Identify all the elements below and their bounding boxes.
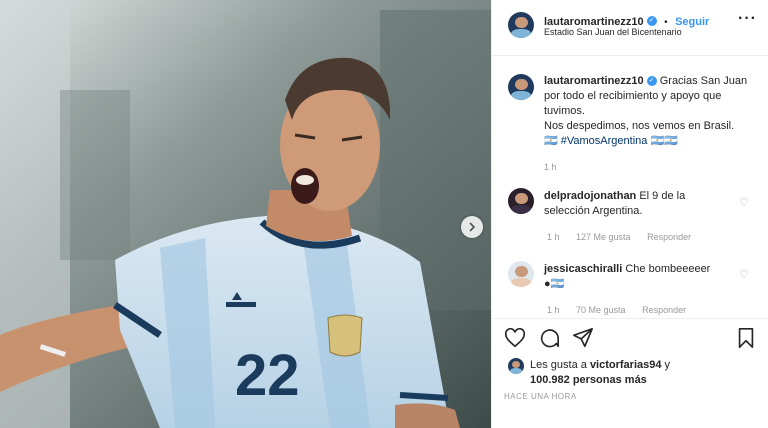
post-location[interactable]: Estadio San Juan del Bicentenario [544, 27, 682, 37]
carousel-next-button[interactable] [461, 216, 483, 238]
caption-avatar[interactable] [508, 74, 534, 100]
player-photo-illustration: 22 [0, 0, 491, 428]
verified-badge-icon: ✓ [646, 76, 657, 87]
comment-meta: 1 h 127 Me gusta Responder [547, 232, 705, 242]
more-options-icon[interactable]: ··· [738, 10, 757, 28]
bookmark-icon[interactable] [735, 327, 757, 349]
comment-likes[interactable]: 127 Me gusta [576, 232, 631, 242]
verified-badge-icon: ✓ [646, 15, 657, 26]
caption-text-2: Nos despedimos, nos vemos en Brasil. [544, 120, 735, 132]
comment-item: delpradojonathan El 9 de la selección Ar… [544, 189, 729, 219]
caption-username[interactable]: lautaromartinezz10 [544, 75, 644, 87]
likes-summary: Les gusta a victorfarias94 y 100.982 per… [530, 358, 670, 388]
likes-conj: y [664, 359, 671, 371]
post-timestamp[interactable]: HACE UNA HORA [504, 392, 577, 401]
likes-count[interactable]: 100.982 personas más [530, 374, 647, 386]
comment-like-icon[interactable]: ♡ [739, 268, 749, 281]
comment-meta: 1 h 70 Me gusta Responder [547, 305, 700, 315]
caption-time: 1 h [544, 162, 557, 172]
liker-avatar[interactable] [508, 358, 524, 374]
comment-username[interactable]: jessicaschiralli [544, 263, 622, 275]
post-photo[interactable]: 22 [0, 0, 491, 428]
comment-likes[interactable]: 70 Me gusta [576, 305, 626, 315]
comment-text: Che bombeeeeer [625, 263, 711, 275]
post-header: lautaromartinezz10 ✓ • Seguir Estadio San… [492, 0, 768, 56]
caption: lautaromartinezz10 ✓ Gracias San Juan por… [544, 74, 754, 149]
comment-time: 1 h [547, 232, 560, 242]
comment-emoji: ●🇦🇷 [544, 278, 565, 290]
post-side-panel: lautaromartinezz10 ✓ • Seguir Estadio San… [491, 0, 768, 428]
caption-flag-prefix: 🇦🇷 [544, 135, 558, 147]
hashtag-link[interactable]: #VamosArgentina [561, 135, 648, 147]
heart-icon[interactable] [504, 327, 526, 349]
post-actions [492, 318, 768, 358]
liker-username[interactable]: victorfarias94 [590, 359, 662, 371]
jersey-number: 22 [235, 343, 300, 408]
chevron-right-icon [469, 222, 476, 232]
comment-item: jessicaschiralli Che bombeeeeer ●🇦🇷 [544, 262, 729, 292]
comment-username[interactable]: delpradojonathan [544, 190, 636, 202]
caption-flag-suffix: 🇦🇷🇦🇷 [650, 135, 678, 147]
comment-avatar[interactable] [508, 188, 534, 214]
share-icon[interactable] [572, 327, 594, 349]
reply-button[interactable]: Responder [647, 232, 691, 242]
comment-avatar[interactable] [508, 261, 534, 287]
comments-list[interactable]: lautaromartinezz10 ✓ Gracias San Juan por… [492, 56, 768, 318]
reply-button[interactable]: Responder [642, 305, 686, 315]
comment-time: 1 h [547, 305, 560, 315]
comment-icon[interactable] [538, 327, 560, 349]
author-avatar[interactable] [508, 12, 534, 38]
caption-meta: 1 h [544, 162, 571, 172]
likes-prefix: Les gusta a [530, 359, 587, 371]
comment-like-icon[interactable]: ♡ [739, 196, 749, 209]
